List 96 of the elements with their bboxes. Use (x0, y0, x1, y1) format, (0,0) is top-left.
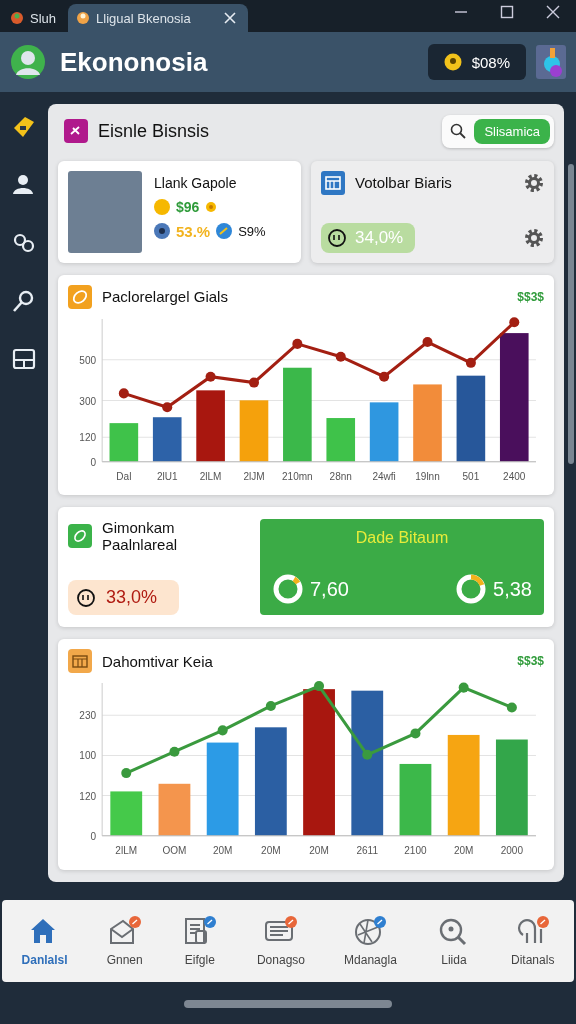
chart-point (217, 725, 228, 736)
axis-label: 2611 (356, 844, 379, 856)
chart-point (121, 768, 132, 779)
axis-label: 300 (79, 395, 97, 407)
stat-value: 5,38 (493, 577, 532, 601)
calendar-icon (321, 170, 345, 195)
chart-point (248, 377, 259, 388)
ring-icon (272, 573, 304, 606)
clock-icon (327, 227, 347, 248)
nav-item[interactable]: Ditanals (511, 915, 555, 967)
calendar-icon (68, 649, 92, 674)
axis-label: OOM (162, 844, 187, 856)
card-title: Votolbar Biaris (355, 174, 452, 192)
card-title: Gimonkam Paalnlareal (102, 519, 179, 554)
panel-title: Eisnle Bisnsis (98, 120, 210, 142)
axis-label: 20M (453, 844, 474, 856)
axis-label: 28nn (329, 470, 352, 482)
chart-point (410, 728, 421, 739)
settings-icon[interactable] (524, 227, 544, 248)
axis-label: 2lLM (199, 470, 222, 482)
amount-value: $96 (176, 198, 200, 215)
close-icon[interactable] (546, 4, 560, 19)
nav-item[interactable]: Gnnen (106, 915, 143, 967)
chart-point (458, 682, 469, 693)
axis-label: 2lU1 (156, 470, 178, 482)
clock-icon (76, 587, 96, 608)
axis-label: 120 (79, 790, 97, 802)
chart-bar (399, 764, 432, 836)
chart-point (509, 316, 520, 327)
chart-point (465, 357, 476, 368)
chart-bar (158, 784, 191, 836)
globe-icon (352, 915, 389, 947)
chart-title: Dahomtivar Keia (102, 652, 213, 670)
nav-item[interactable]: Eifgle (181, 915, 218, 967)
axis-label: 2000 (500, 844, 524, 856)
chart-bar (110, 791, 143, 836)
layout-icon[interactable] (11, 346, 37, 372)
axis-label: 100 (79, 750, 97, 762)
nav-item[interactable]: Mdanagla (344, 915, 397, 967)
app-icon (76, 11, 91, 25)
axis-label: 500 (79, 354, 97, 366)
axis-label: 210mn (282, 470, 313, 482)
chart-point (169, 746, 180, 757)
chart-point (162, 401, 173, 412)
axis-label: 120 (79, 431, 97, 443)
chart-point (118, 387, 129, 398)
percent-value: 53.% (176, 222, 211, 240)
ring-icon (455, 573, 488, 606)
chart-point (506, 702, 517, 713)
avatar[interactable] (10, 44, 46, 80)
axis-label: 2400 (503, 470, 526, 482)
profile-name: Llank Gapole (154, 174, 238, 191)
axis-label: 20M (212, 844, 233, 856)
browser-tab[interactable]: Lligual Bkenosia (68, 4, 249, 32)
chart-point (422, 336, 433, 347)
axis-label: 19lnn (415, 470, 440, 482)
axis-label: 20M (261, 844, 281, 856)
axis-label: 0 (90, 456, 97, 468)
axis-label: 2lLM (115, 844, 138, 856)
chart-title: Paclorelargel Gials (102, 288, 228, 306)
chart-point (314, 681, 325, 692)
chart-point (379, 371, 390, 382)
maximize-icon[interactable] (500, 4, 514, 19)
search-icon (450, 123, 467, 140)
axis-label: 230 (79, 710, 97, 722)
app-logo-icon[interactable] (536, 45, 566, 79)
axis-label: 2100 (404, 844, 427, 856)
axis-label: 20M (309, 844, 329, 856)
axis-label: Dal (116, 470, 132, 482)
app-title: Ekononosia (60, 46, 208, 78)
nav-item[interactable]: Danlalsl (21, 915, 68, 967)
chart-point (205, 371, 216, 382)
share-value: S9% (238, 223, 266, 239)
chart-point (362, 750, 373, 760)
chart-value: $$3$ (517, 289, 544, 304)
coin-icon (443, 53, 462, 71)
browser-tab[interactable]: Sluh (6, 4, 65, 32)
stat-value: 7,60 (310, 577, 349, 601)
coin-icon (154, 198, 170, 215)
axis-label: 0 (90, 830, 97, 842)
nav-item[interactable]: Donagso (256, 915, 305, 967)
chart-point (265, 701, 276, 712)
chart-point (292, 338, 303, 349)
settings-icon[interactable] (524, 172, 544, 193)
chart-value: $$3$ (517, 654, 544, 669)
app-icon (10, 11, 24, 25)
balance-badge[interactable]: $08% (427, 44, 526, 80)
axis-label: 2lJM (243, 470, 265, 482)
highlight-title: Dade Bitaum (355, 529, 449, 548)
summary-value-badge: 33,0% (68, 580, 180, 616)
scrollbar[interactable] (568, 164, 574, 464)
axis-label: 501 (462, 470, 480, 482)
nav-item[interactable]: Liida (435, 915, 472, 967)
chart-point (335, 351, 346, 362)
axis-label: 24wfi (372, 470, 396, 482)
vote-value-badge: 34,0% (321, 222, 416, 253)
